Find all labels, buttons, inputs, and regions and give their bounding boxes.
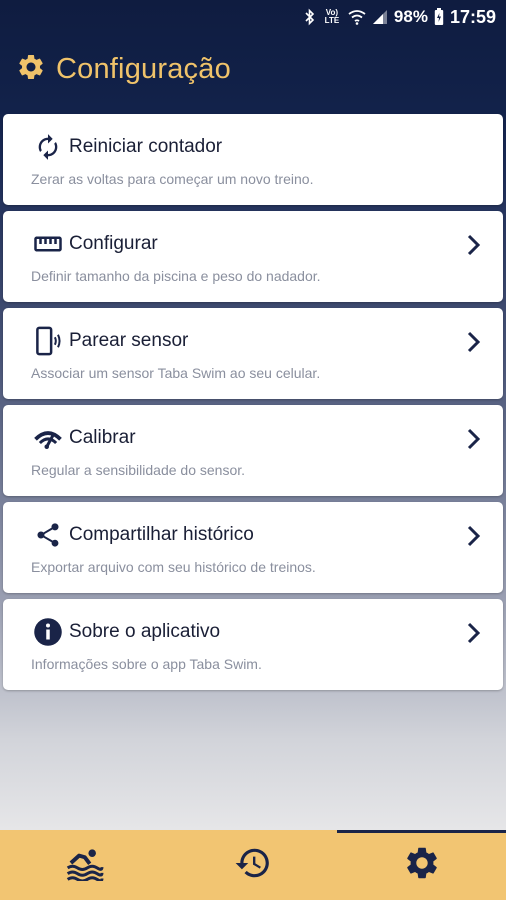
settings-item-title: Sobre o aplicativo bbox=[69, 621, 221, 642]
settings-item-title: Compartilhar histórico bbox=[69, 524, 254, 545]
volte-indicator: Vo) LTE bbox=[324, 8, 340, 25]
swimmer-icon bbox=[64, 845, 104, 886]
settings-item-description: Zerar as voltas para começar um novo tre… bbox=[31, 171, 314, 187]
info-icon bbox=[33, 617, 63, 647]
battery-icon bbox=[434, 8, 444, 26]
settings-item-calibrate[interactable]: Calibrar Regular a sensibilidade do sens… bbox=[3, 405, 503, 496]
nav-tab-swim[interactable] bbox=[0, 830, 169, 900]
battery-percent: 98% bbox=[393, 7, 428, 26]
settings-item-configure[interactable]: Configurar Definir tamanho da piscina e … bbox=[3, 211, 503, 302]
gear-icon bbox=[16, 52, 46, 87]
settings-list: Reiniciar contador Zerar as voltas para … bbox=[3, 114, 503, 696]
share-icon bbox=[33, 520, 63, 550]
chevron-right-icon bbox=[463, 331, 485, 353]
bluetooth-icon bbox=[304, 8, 316, 26]
nav-tab-history[interactable] bbox=[169, 830, 338, 900]
status-bar: Vo) LTE 98% 17:59 bbox=[0, 0, 506, 34]
chevron-right-icon bbox=[463, 428, 485, 450]
signal-icon bbox=[372, 9, 388, 25]
settings-item-title: Configurar bbox=[69, 233, 158, 254]
page-title: Configuração bbox=[56, 52, 231, 85]
nav-tab-settings[interactable] bbox=[337, 830, 506, 900]
settings-item-description: Definir tamanho da piscina e peso do nad… bbox=[31, 268, 321, 284]
settings-item-about[interactable]: Sobre o aplicativo Informações sobre o a… bbox=[3, 599, 503, 690]
settings-item-title: Reiniciar contador bbox=[69, 136, 223, 157]
settings-item-share-history[interactable]: Compartilhar histórico Exportar arquivo … bbox=[3, 502, 503, 593]
bottom-navigation bbox=[0, 830, 506, 900]
refresh-icon bbox=[33, 132, 63, 162]
settings-item-description: Regular a sensibilidade do sensor. bbox=[31, 462, 246, 478]
settings-item-description: Informações sobre o app Taba Swim. bbox=[31, 656, 262, 672]
settings-item-description: Exportar arquivo com seu histórico de tr… bbox=[31, 559, 316, 575]
chevron-right-icon bbox=[463, 622, 485, 644]
ruler-icon bbox=[33, 229, 63, 259]
gear-icon bbox=[403, 844, 441, 887]
phone-vibrate-icon bbox=[33, 326, 63, 356]
chevron-right-icon bbox=[463, 234, 485, 256]
settings-item-pair-sensor[interactable]: Parear sensor Associar um sensor Taba Sw… bbox=[3, 308, 503, 399]
settings-item-title: Calibrar bbox=[69, 427, 136, 448]
settings-item-reset-counter[interactable]: Reiniciar contador Zerar as voltas para … bbox=[3, 114, 503, 205]
settings-item-title: Parear sensor bbox=[69, 330, 189, 351]
chevron-right-icon bbox=[463, 525, 485, 547]
app-header: Configuração bbox=[16, 48, 231, 90]
app-screen: Vo) LTE 98% 17:59 Configuração Reiniciar… bbox=[0, 0, 506, 900]
history-icon bbox=[234, 844, 272, 887]
settings-item-description: Associar um sensor Taba Swim ao seu celu… bbox=[31, 365, 321, 381]
status-time: 17:59 bbox=[449, 6, 496, 27]
gauge-icon bbox=[33, 423, 63, 453]
wifi-icon bbox=[348, 9, 366, 25]
